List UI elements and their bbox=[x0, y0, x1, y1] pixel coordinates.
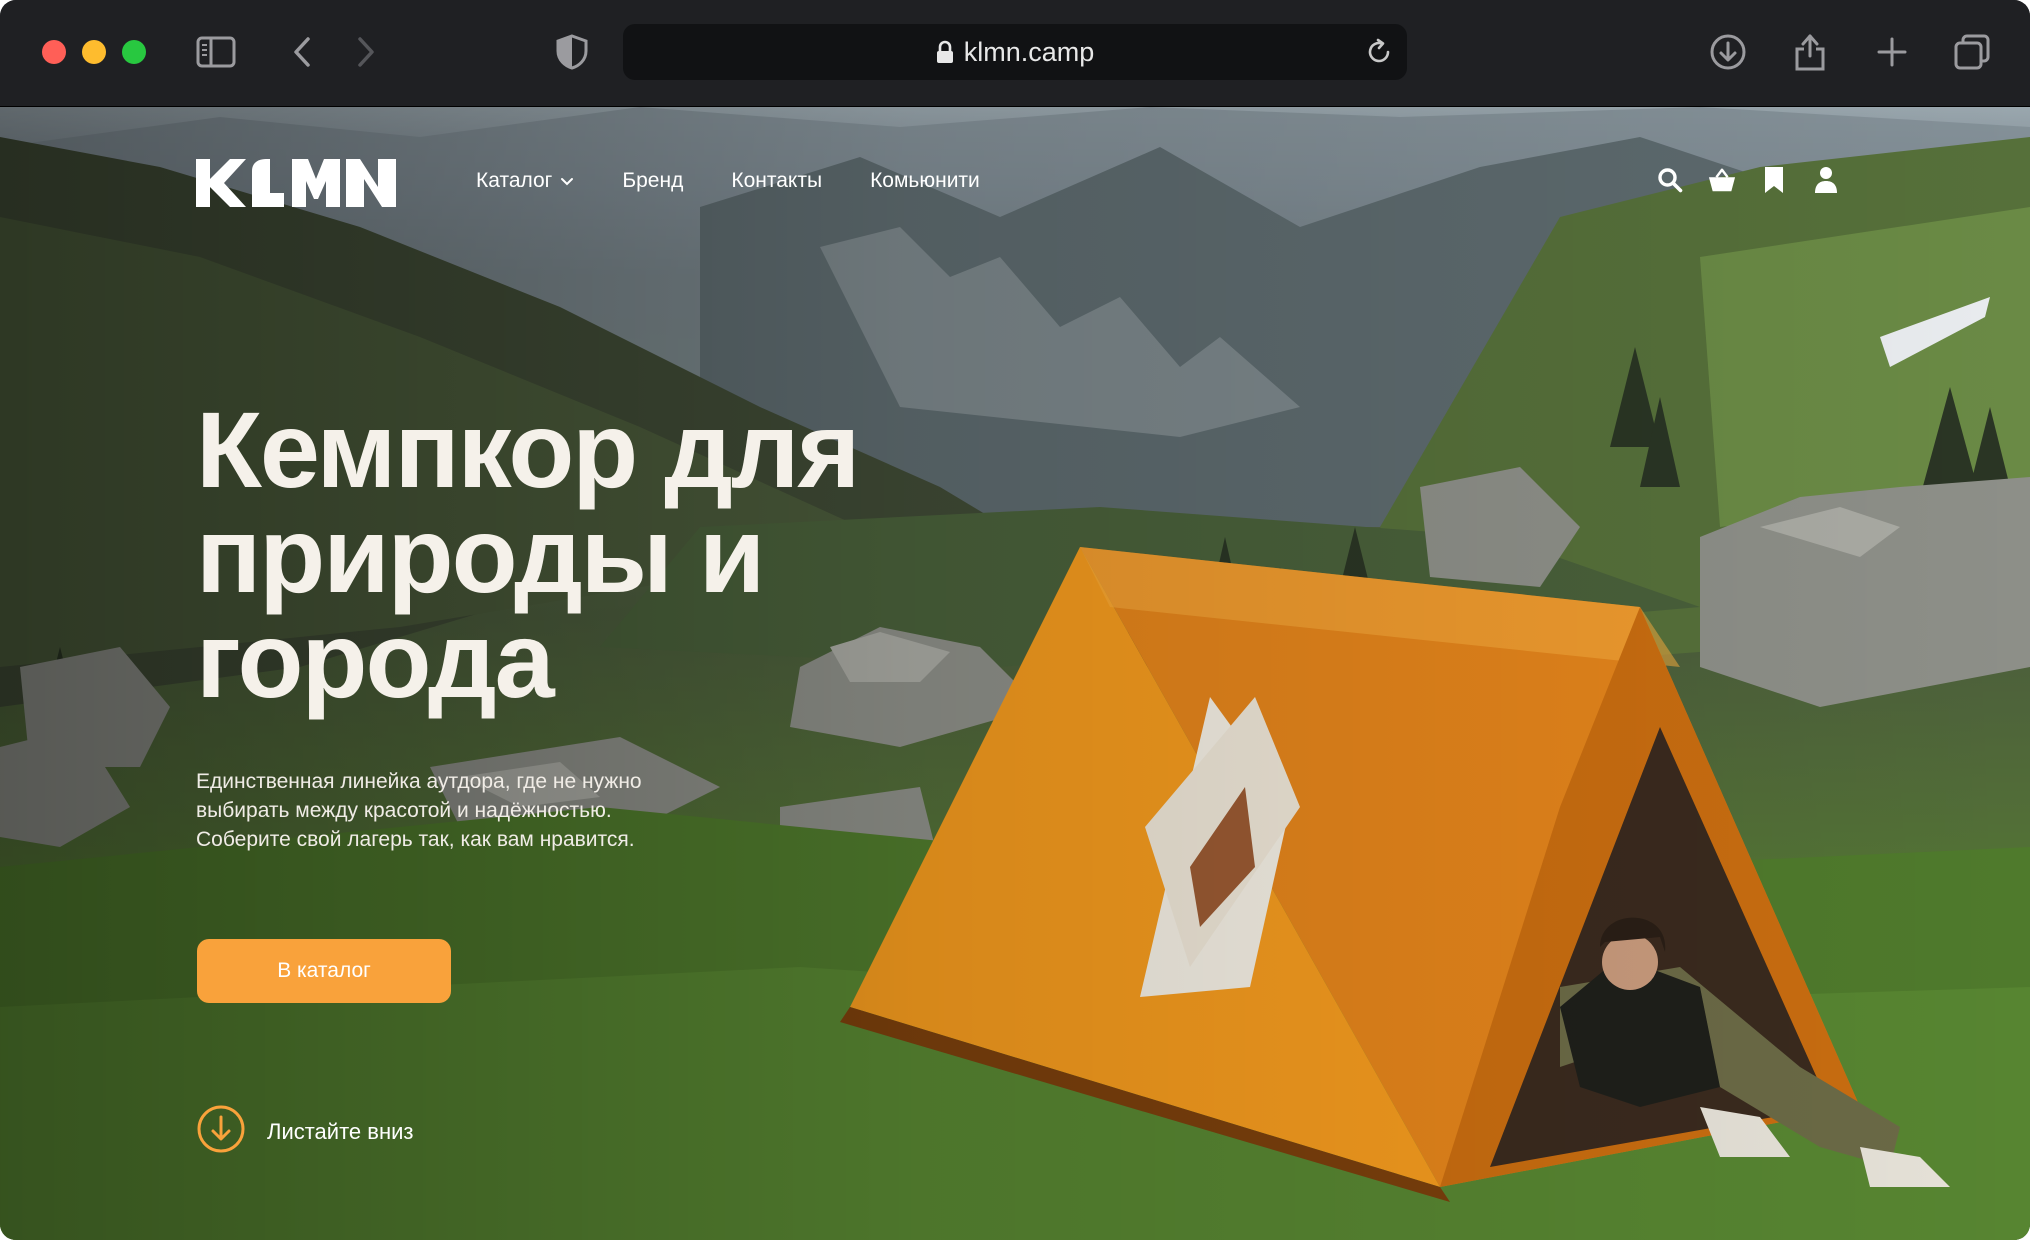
user-icon[interactable] bbox=[1812, 165, 1840, 195]
nav-contacts[interactable]: Контакты bbox=[731, 169, 822, 193]
header-icons bbox=[1656, 165, 1840, 195]
klmn-logo[interactable] bbox=[196, 159, 396, 214]
hero-lead-line-3: Соберите свой лагерь так, как вам нравит… bbox=[196, 828, 635, 851]
reload-icon[interactable] bbox=[1365, 38, 1393, 73]
minimize-window-button[interactable] bbox=[82, 40, 106, 64]
nav-brand-label: Бренд bbox=[622, 169, 684, 192]
main-nav: Каталог Бренд Контакты Комьюнити bbox=[476, 169, 980, 193]
lock-icon bbox=[936, 40, 954, 64]
hero-headline-line-3: города bbox=[196, 599, 555, 720]
hero-lead: Единственная линейка аутдора, где не нуж… bbox=[196, 767, 756, 854]
close-window-button[interactable] bbox=[42, 40, 66, 64]
browser-window: klmn.camp Каталог Бренд Контакты Комьюни… bbox=[0, 0, 2030, 1240]
hero-lead-line-2: выбирать между красотой и надёжностью. bbox=[196, 799, 612, 822]
basket-icon[interactable] bbox=[1708, 165, 1736, 195]
hero-headline-line-1: Кемпкор для bbox=[196, 389, 860, 510]
arrow-down-circle-icon bbox=[197, 1105, 245, 1159]
bookmark-icon[interactable] bbox=[1760, 165, 1788, 195]
address-bar[interactable]: klmn.camp bbox=[623, 24, 1407, 80]
download-icon[interactable] bbox=[1706, 30, 1750, 74]
plus-icon[interactable] bbox=[1870, 30, 1914, 74]
hero-lead-line-1: Единственная линейка аутдора, где не нуж… bbox=[196, 770, 642, 793]
nav-catalog[interactable]: Каталог bbox=[476, 169, 574, 193]
search-icon[interactable] bbox=[1656, 165, 1684, 195]
nav-brand[interactable]: Бренд bbox=[622, 169, 683, 193]
scroll-down-link[interactable]: Листайте вниз bbox=[197, 1105, 413, 1159]
zoom-window-button[interactable] bbox=[122, 40, 146, 64]
address-url: klmn.camp bbox=[963, 36, 1095, 67]
scroll-down-label: Листайте вниз bbox=[267, 1119, 414, 1144]
nav-catalog-label: Каталог bbox=[476, 169, 553, 192]
nav-contacts-label: Контакты bbox=[731, 169, 823, 192]
nav-community-label: Комьюнити bbox=[870, 169, 980, 192]
nav-community[interactable]: Комьюнити bbox=[870, 169, 980, 193]
tabs-overview-icon[interactable] bbox=[1950, 30, 1994, 74]
chevron-right-icon[interactable] bbox=[344, 30, 388, 74]
logo-mark bbox=[196, 159, 396, 207]
catalog-cta-button[interactable]: В каталог bbox=[197, 939, 451, 1003]
chevron-left-icon[interactable] bbox=[280, 30, 324, 74]
hero-headline-line-2: природы и bbox=[196, 494, 765, 615]
catalog-cta-label: В каталог bbox=[277, 959, 371, 982]
browser-toolbar: klmn.camp bbox=[0, 0, 2030, 107]
chevron-down-icon bbox=[560, 169, 574, 193]
hero-headline: Кемпкор для природы и города bbox=[196, 389, 956, 720]
sidebar-toggle-icon[interactable] bbox=[194, 30, 238, 74]
shield-icon[interactable] bbox=[550, 30, 594, 74]
share-icon[interactable] bbox=[1788, 30, 1832, 74]
hero-section: Каталог Бренд Контакты Комьюнити Кемпкор… bbox=[0, 107, 2030, 1240]
